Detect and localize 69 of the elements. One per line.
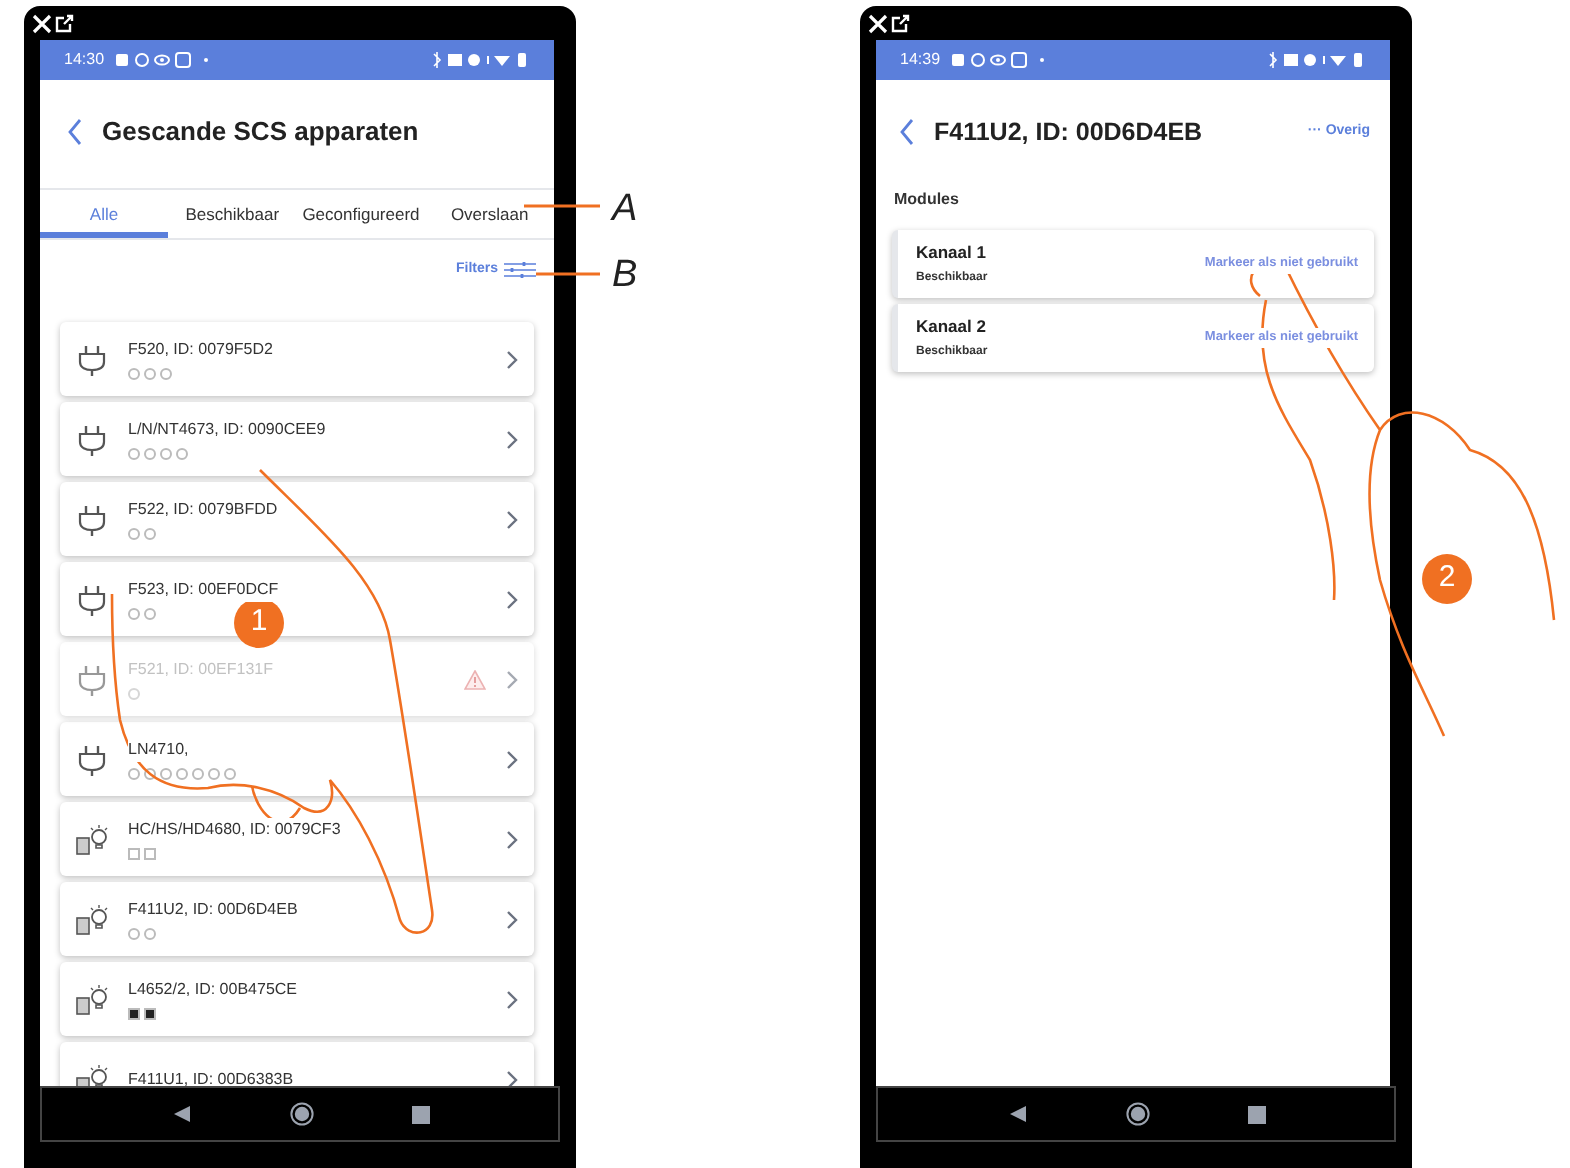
module-bulb-icon [76, 983, 108, 1015]
plug-icon [76, 503, 108, 535]
device-name: F523, ID: 00EF0DCF [128, 578, 279, 602]
module-bulb-icon [76, 1063, 108, 1086]
device-list-item[interactable]: HC/HS/HD4680, ID: 0079CF3 [60, 802, 534, 876]
device-list-item[interactable]: F522, ID: 0079BFDD [60, 482, 534, 556]
plug-icon [76, 583, 108, 615]
chevron-right-icon [506, 829, 518, 849]
device-name: L/N/NT4673, ID: 0090CEE9 [128, 418, 326, 442]
section-title: Modules [892, 188, 961, 212]
module-name: Kanaal 2 [916, 314, 988, 340]
recent-apps-icon [411, 1105, 429, 1123]
tab[interactable]: Overslaan [425, 190, 554, 238]
chevron-right-icon [506, 749, 518, 769]
chevron-right-icon [506, 429, 518, 449]
device-name: F411U1, ID: 00D6383B [128, 1067, 294, 1086]
device-list-item[interactable]: L/N/NT4673, ID: 0090CEE9 [60, 402, 534, 476]
chevron-right-icon [506, 509, 518, 529]
device-list-item[interactable]: LN4710, [60, 722, 534, 796]
external-link-icon [54, 13, 74, 33]
device-name: F520, ID: 0079F5D2 [128, 338, 273, 362]
system-status-icons [430, 52, 530, 68]
module-name: Kanaal 1 [916, 240, 988, 266]
device-list-item[interactable]: L4652/2, ID: 00B475CE [60, 962, 534, 1036]
chevron-right-icon [506, 989, 518, 1009]
device-name: L4652/2, ID: 00B475CE [128, 978, 298, 1002]
device-list-item[interactable]: F520, ID: 0079F5D2 [60, 322, 534, 396]
home-icon [1125, 1102, 1149, 1126]
status-time: 14:30 [64, 48, 105, 72]
module-bulb-icon [76, 823, 108, 855]
callout-label: B [612, 256, 638, 294]
chevron-right-icon [506, 1069, 518, 1086]
tab[interactable]: Beschikbaar [168, 190, 297, 238]
system-status-icons [1266, 52, 1366, 68]
screen-title: F411U2, ID: 00D6D4EB [934, 115, 1205, 150]
close-icon [868, 13, 888, 33]
callout-b-leader-line [536, 272, 600, 276]
step-badge: 2 [1422, 554, 1472, 604]
callout-a-leader-line [524, 204, 600, 208]
device-name: LN4710, [128, 738, 189, 762]
device-name: F411U2, ID: 00D6D4EB [128, 898, 298, 922]
back-icon [900, 118, 914, 146]
status-time: 14:39 [900, 48, 941, 72]
chevron-right-icon [506, 349, 518, 369]
plug-icon [76, 663, 108, 695]
chevron-right-icon [506, 909, 518, 929]
screen-title: Gescande SCS apparaten [102, 114, 419, 151]
recent-apps-icon [1247, 1105, 1265, 1123]
module-bulb-icon [76, 903, 108, 935]
chevron-right-icon [506, 669, 518, 689]
plug-icon [76, 343, 108, 375]
external-link-icon [890, 13, 910, 33]
device-name: F521, ID: 00EF131F [128, 658, 273, 682]
plug-icon [76, 743, 108, 775]
callout-label: A [612, 190, 638, 228]
device-list-item[interactable]: F411U2, ID: 00D6D4EB [60, 882, 534, 956]
filter-icon [504, 260, 536, 280]
back-icon [68, 118, 82, 146]
device-list-item[interactable]: F411U1, ID: 00D6383B [60, 1042, 534, 1086]
tab[interactable]: Alle [40, 190, 168, 238]
back-icon [171, 1104, 191, 1124]
home-icon [289, 1102, 313, 1126]
device-name: F522, ID: 0079BFDD [128, 498, 278, 522]
device-name: HC/HS/HD4680, ID: 0079CF3 [128, 818, 341, 842]
back-icon [1007, 1104, 1027, 1124]
plug-icon [76, 423, 108, 455]
close-icon [32, 13, 52, 33]
tab[interactable]: Geconfigureerd [296, 190, 426, 238]
chevron-right-icon [506, 589, 518, 609]
